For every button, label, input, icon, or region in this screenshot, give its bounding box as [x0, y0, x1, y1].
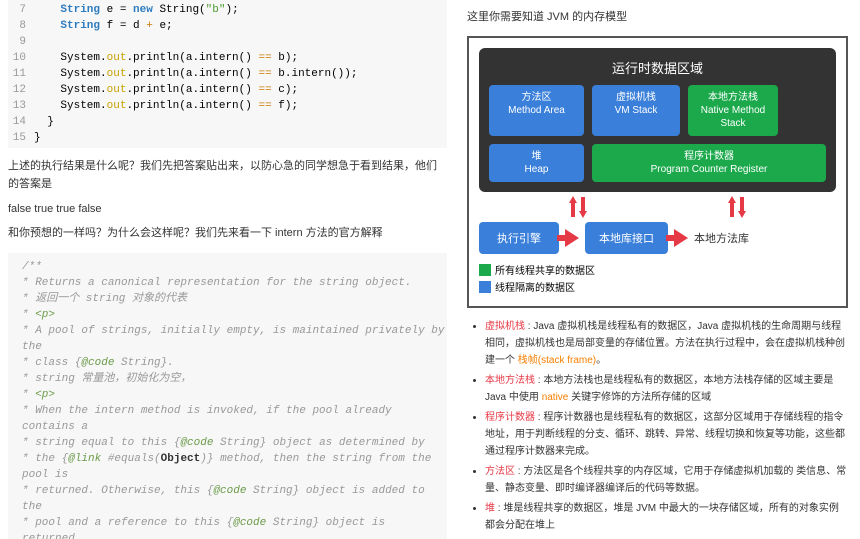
runtime-title: 运行时数据区域	[489, 58, 826, 77]
line-number: 10	[8, 50, 34, 66]
engine-row: 执行引擎 本地库接口 本地方法库	[479, 222, 836, 254]
legend-square-green-icon	[479, 264, 491, 276]
list-item: 本地方法栈 : 本地方法栈也是线程私有的数据区，本地方法栈存储的区域主要是 Ja…	[485, 372, 848, 406]
right-title: 这里你需要知道 JVM 的内存模型	[467, 8, 848, 24]
legend-label: 所有线程共享的数据区	[495, 262, 595, 277]
bidirectional-arrow-icon	[728, 196, 746, 218]
line-number: 7	[8, 2, 34, 18]
bidirectional-arrow-icon	[569, 196, 587, 218]
line-number: 12	[8, 82, 34, 98]
engine-box: 执行引擎	[479, 222, 559, 254]
method-area-box: 方法区Method Area	[489, 85, 584, 136]
line-number: 9	[8, 34, 34, 50]
line-number: 14	[8, 114, 34, 130]
line-number: 8	[8, 18, 34, 34]
native-lib-label: 本地方法库	[694, 230, 749, 246]
list-item: 虚拟机栈 : Java 虚拟机栈是线程私有的数据区，Java 虚拟机栈的生命周期…	[485, 318, 848, 369]
legend-label: 线程隔离的数据区	[495, 279, 575, 294]
arrow-right-icon	[674, 229, 688, 247]
question-2: 和你预想的一样吗？为什么会这样呢？我们先来看一下 intern 方法的官方解释	[8, 225, 447, 243]
arrows-row	[479, 192, 836, 222]
answer-text: false true true false	[8, 203, 447, 215]
right-column: 这里你需要知道 JVM 的内存模型 运行时数据区域 方法区Method Area…	[455, 0, 860, 539]
left-column: 7 String e = new String("b"); 8 String f…	[0, 0, 455, 539]
list-item: 方法区 : 方法区是各个线程共享的内存区域，它用于存储虚拟机加载的 类信息、常量…	[485, 463, 848, 497]
heap-box: 堆Heap	[489, 144, 584, 182]
question-1: 上述的执行结果是什么呢？我们先把答案贴出来，以防心急的同学想急于看到结果，他们的…	[8, 158, 447, 193]
javadoc-block: /** * Returns a canonical representation…	[8, 253, 447, 539]
vm-stack-box: 虚拟机栈VM Stack	[592, 85, 680, 136]
list-item: 堆 : 堆是线程共享的数据区，堆是 JVM 中最大的一块存储区域，所有的对象实例…	[485, 500, 848, 534]
native-stack-box: 本地方法栈Native Method Stack	[688, 85, 778, 136]
list-item: 程序计数器 : 程序计数器也是线程私有的数据区，这部分区域用于存储线程的指令地址…	[485, 409, 848, 460]
legend: 所有线程共享的数据区 线程隔离的数据区	[479, 262, 836, 294]
lib-interface-box: 本地库接口	[585, 222, 668, 254]
legend-square-blue-icon	[479, 281, 491, 293]
terms-list: 虚拟机栈 : Java 虚拟机栈是线程私有的数据区，Java 虚拟机栈的生命周期…	[467, 318, 848, 539]
line-number: 11	[8, 66, 34, 82]
line-number: 15	[8, 130, 34, 146]
pc-register-box: 程序计数器Program Counter Register	[592, 144, 826, 182]
line-number: 13	[8, 98, 34, 114]
code-block: 7 String e = new String("b"); 8 String f…	[8, 0, 447, 148]
jvm-diagram: 运行时数据区域 方法区Method Area 虚拟机栈VM Stack 本地方法…	[467, 36, 848, 308]
arrow-right-icon	[565, 229, 579, 247]
runtime-area: 运行时数据区域 方法区Method Area 虚拟机栈VM Stack 本地方法…	[479, 48, 836, 192]
